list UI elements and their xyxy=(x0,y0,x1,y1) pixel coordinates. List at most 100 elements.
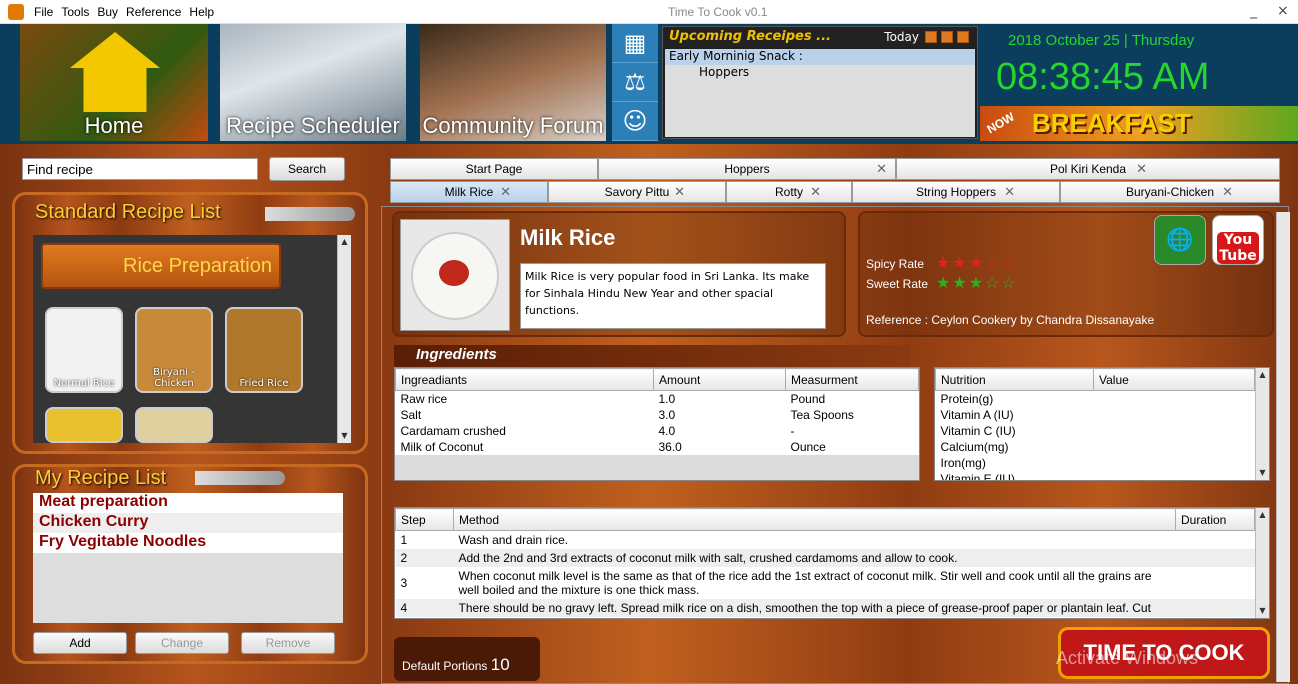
change-button[interactable]: Change xyxy=(135,632,229,654)
tab-pol-kiri-kenda[interactable]: Pol Kiri Kenda ✕ xyxy=(896,158,1280,180)
home-tile[interactable]: Home xyxy=(20,24,210,141)
table-row[interactable]: Vitamin E (IU) xyxy=(936,471,1255,481)
portions-value[interactable]: 10 xyxy=(491,655,510,674)
table-row[interactable]: Milk of Coconut 36.0 Ounce xyxy=(396,439,919,455)
col-header[interactable]: Amount xyxy=(653,368,786,391)
col-header[interactable]: Ingreadiants xyxy=(395,368,654,391)
today-icon[interactable] xyxy=(941,31,953,43)
table-row[interactable]: Protein(g) xyxy=(936,391,1255,407)
upcoming-list: Early Morninig Snack : Hoppers xyxy=(665,49,975,137)
tab-savory-pittu[interactable]: Savory Pittu ✕ xyxy=(548,181,726,203)
next-day-icon[interactable] xyxy=(957,31,969,43)
community-forum-tile[interactable]: Community Forum xyxy=(420,24,608,141)
search-input[interactable] xyxy=(22,158,258,180)
scroll-up-icon[interactable]: ▲ xyxy=(1256,508,1269,522)
upcoming-item[interactable]: Hoppers xyxy=(665,65,975,81)
table-row[interactable]: Calcium(mg) xyxy=(936,439,1255,455)
recipe-thumb-biryani[interactable]: Biryani - Chicken xyxy=(135,307,213,393)
scroll-down-icon[interactable]: ▼ xyxy=(1256,466,1269,480)
nutrition-scrollbar[interactable]: ▲ ▼ xyxy=(1255,368,1269,480)
recipe-scheduler-tile[interactable]: Recipe Scheduler xyxy=(220,24,408,141)
menu-help[interactable]: Help xyxy=(189,5,214,19)
table-row[interactable]: 2 Add the 2nd and 3rd extracts of coconut… xyxy=(395,549,1255,567)
tab-milk-rice[interactable]: Milk Rice ✕ xyxy=(390,181,548,203)
menu-tools[interactable]: Tools xyxy=(61,5,89,19)
filled-star-icon[interactable]: ★ xyxy=(952,253,968,272)
upcoming-meal[interactable]: Early Morninig Snack : xyxy=(665,49,975,65)
close-tab-icon[interactable]: ✕ xyxy=(810,182,821,202)
close-button[interactable]: × xyxy=(1277,3,1289,19)
method-scrollbar[interactable]: ▲ ▼ xyxy=(1255,508,1269,618)
cell: Iron(mg) xyxy=(940,455,986,470)
col-header[interactable]: Value xyxy=(1093,368,1255,391)
my-recipe-title: My Recipe List xyxy=(35,467,167,489)
table-row[interactable]: 1 Wash and drain rice. xyxy=(396,531,1255,550)
add-button[interactable]: Add xyxy=(33,632,127,654)
empty-star-icon[interactable]: ☆ xyxy=(985,273,1001,292)
menu-reference[interactable]: Reference xyxy=(126,5,181,19)
table-row[interactable]: Vitamin C (IU) xyxy=(936,423,1255,439)
tab-buryani-chicken[interactable]: Buryani-Chicken ✕ xyxy=(1060,181,1280,203)
recipe-card: Milk Rice Milk Rice is very popular food… xyxy=(392,211,846,337)
doctor-icon[interactable]: ☺ xyxy=(612,102,658,141)
search-button[interactable]: Search xyxy=(269,157,345,181)
tab-start-page[interactable]: Start Page xyxy=(390,158,598,180)
cell: 4 xyxy=(400,601,408,615)
col-header[interactable]: Duration xyxy=(1175,508,1255,531)
table-row[interactable]: Vitamin A (IU) xyxy=(936,407,1255,423)
recipe-thumb-normal-rice[interactable]: Normal Rice xyxy=(45,307,123,393)
tab-string-hoppers[interactable]: String Hoppers ✕ xyxy=(852,181,1060,203)
web-icon[interactable]: 🌐 xyxy=(1154,215,1206,265)
close-tab-icon[interactable]: ✕ xyxy=(1004,182,1015,202)
empty-star-icon[interactable]: ☆ xyxy=(1001,253,1017,272)
col-header[interactable]: Method xyxy=(453,508,1176,531)
filled-star-icon[interactable]: ★ xyxy=(936,273,952,292)
scroll-down-icon[interactable]: ▼ xyxy=(1256,604,1269,618)
my-recipe-item[interactable]: Meat preparation xyxy=(33,493,343,513)
spicy-rating-stars[interactable]: ★★★☆☆ xyxy=(936,253,1018,272)
filled-star-icon[interactable]: ★ xyxy=(969,253,985,272)
content-scrollbar[interactable] xyxy=(1276,212,1290,682)
menu-buy[interactable]: Buy xyxy=(97,5,118,19)
youtube-icon[interactable]: You Tube xyxy=(1212,215,1264,265)
tab-rotty[interactable]: Rotty ✕ xyxy=(726,181,852,203)
table-row[interactable]: 4 There should be no gravy left. Spread m… xyxy=(395,599,1255,617)
filled-star-icon[interactable]: ★ xyxy=(936,253,952,272)
rice-preparation-category[interactable]: Rice Preparation xyxy=(41,243,281,289)
recipe-thumb-fried-rice[interactable]: Fried Rice xyxy=(225,307,303,393)
table-row[interactable]: Raw rice 1.0 Pound xyxy=(396,391,919,407)
close-tab-icon[interactable]: ✕ xyxy=(876,159,887,179)
calculator-icon[interactable]: ▦ xyxy=(612,24,658,63)
sweet-rating-stars[interactable]: ★★★☆☆ xyxy=(936,273,1018,292)
prev-day-icon[interactable] xyxy=(925,31,937,43)
col-header[interactable]: Nutrition xyxy=(935,368,1094,391)
scroll-up-icon[interactable]: ▲ xyxy=(1256,368,1269,382)
close-tab-icon[interactable]: ✕ xyxy=(500,182,511,202)
col-header[interactable]: Step xyxy=(395,508,454,531)
table-row[interactable]: 3 When coconut milk level is the same as … xyxy=(396,567,1255,599)
tab-hoppers[interactable]: Hoppers ✕ xyxy=(598,158,896,180)
close-tab-icon[interactable]: ✕ xyxy=(1136,159,1147,179)
recipe-thumb-4[interactable] xyxy=(45,407,123,443)
table-row[interactable]: Salt 3.0 Tea Spoons xyxy=(396,407,919,423)
my-recipe-item[interactable]: Fry Vegitable Noodles xyxy=(33,533,343,553)
tab-label: Buryani-Chicken xyxy=(1125,185,1215,199)
scroll-up-icon[interactable]: ▲ xyxy=(338,235,351,249)
my-recipe-item[interactable]: Chicken Curry xyxy=(33,513,343,533)
table-row[interactable]: Cardamam crushed 4.0 - xyxy=(396,423,919,439)
col-header[interactable]: Measurment xyxy=(785,368,919,391)
scale-icon[interactable]: ⚖ xyxy=(612,63,658,102)
close-tab-icon[interactable]: ✕ xyxy=(674,182,685,202)
table-row[interactable]: Iron(mg) xyxy=(936,455,1255,471)
minimize-button[interactable]: _ xyxy=(1250,3,1257,19)
filled-star-icon[interactable]: ★ xyxy=(969,273,985,292)
close-tab-icon[interactable]: ✕ xyxy=(1222,182,1233,202)
standard-list-scrollbar[interactable]: ▲ ▼ xyxy=(337,235,351,443)
empty-star-icon[interactable]: ☆ xyxy=(1001,273,1017,292)
remove-button[interactable]: Remove xyxy=(241,632,335,654)
filled-star-icon[interactable]: ★ xyxy=(952,273,968,292)
menu-file[interactable]: File xyxy=(34,5,53,19)
empty-star-icon[interactable]: ☆ xyxy=(985,253,1001,272)
scroll-down-icon[interactable]: ▼ xyxy=(338,429,351,443)
recipe-thumb-5[interactable] xyxy=(135,407,213,443)
